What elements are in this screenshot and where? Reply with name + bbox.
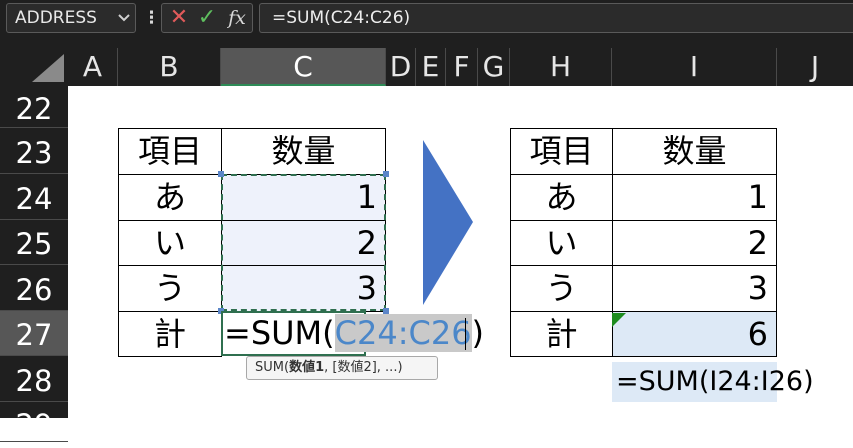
column-header-b[interactable]: B [118,48,221,86]
row-header-24[interactable]: 24 [0,174,68,220]
range-handle[interactable] [383,171,389,177]
left-item-label[interactable]: あ [118,174,222,221]
row-header-22[interactable]: 22 [0,86,68,128]
column-header-h[interactable]: H [510,48,612,86]
range-selection-border [221,174,386,311]
editing-formula[interactable]: =SUM(C24:C26) [224,311,484,356]
row-header-29[interactable]: 29 [0,402,68,442]
column-header-a[interactable]: A [68,48,118,86]
row-header-28[interactable]: 28 [0,356,68,402]
left-header-item[interactable]: 項目 [118,128,222,175]
fx-icon[interactable]: fx [224,3,250,33]
right-header-qty[interactable]: 数量 [612,128,777,175]
formula-annotation: =SUM(I24:I26) [612,362,814,402]
cancel-icon[interactable]: ✕ [168,3,190,33]
right-total-label[interactable]: 計 [510,311,613,357]
right-item-label[interactable]: い [510,220,613,266]
right-item-value[interactable]: 1 [612,174,777,221]
formula-input[interactable]: =SUM(C24:C26) [259,3,853,33]
row-header-27[interactable]: 27 [0,311,68,356]
column-header-i[interactable]: I [612,48,777,86]
left-header-qty[interactable]: 数量 [221,128,386,175]
range-handle[interactable] [218,171,224,177]
enter-icon[interactable]: ✓ [196,3,218,33]
function-tooltip[interactable]: SUM(数値1, [数値2], ...) [246,356,438,380]
select-all-button[interactable] [28,52,66,84]
right-item-label[interactable]: う [510,265,613,312]
row-header-25[interactable]: 25 [0,220,68,265]
header-gap [0,37,853,48]
arrow-right-icon [423,140,473,305]
column-header-d[interactable]: D [386,48,416,86]
kebab-icon[interactable]: ⋮ [143,6,160,30]
column-header-e[interactable]: E [416,48,446,86]
right-item-value[interactable]: 2 [612,220,777,266]
tooltip-current-arg: 数値1 [289,360,325,375]
error-indicator-icon [612,312,626,327]
column-header-f[interactable]: F [446,48,478,86]
column-header-g[interactable]: G [478,48,510,86]
right-total-value[interactable]: 6 [612,311,777,357]
formula-range-ref: C24:C26 [334,314,472,352]
left-item-label[interactable]: い [118,220,222,266]
row-header-26[interactable]: 26 [0,265,68,311]
tooltip-function: SUM( [255,360,290,375]
formula-prefix: =SUM( [224,314,335,352]
column-header-j[interactable]: J [777,48,853,86]
text-caret [465,318,466,350]
row-header-23[interactable]: 23 [0,128,68,174]
chevron-down-icon[interactable] [114,3,134,33]
right-header-item[interactable]: 項目 [510,128,613,175]
left-item-label[interactable]: う [118,265,222,312]
formula-suffix: ) [471,314,485,352]
right-item-label[interactable]: あ [510,174,613,221]
right-item-value[interactable]: 3 [612,265,777,312]
column-header-c[interactable]: C [221,48,386,86]
tooltip-rest-args: , [数値2], ...) [324,360,403,375]
left-total-label[interactable]: 計 [118,311,222,357]
